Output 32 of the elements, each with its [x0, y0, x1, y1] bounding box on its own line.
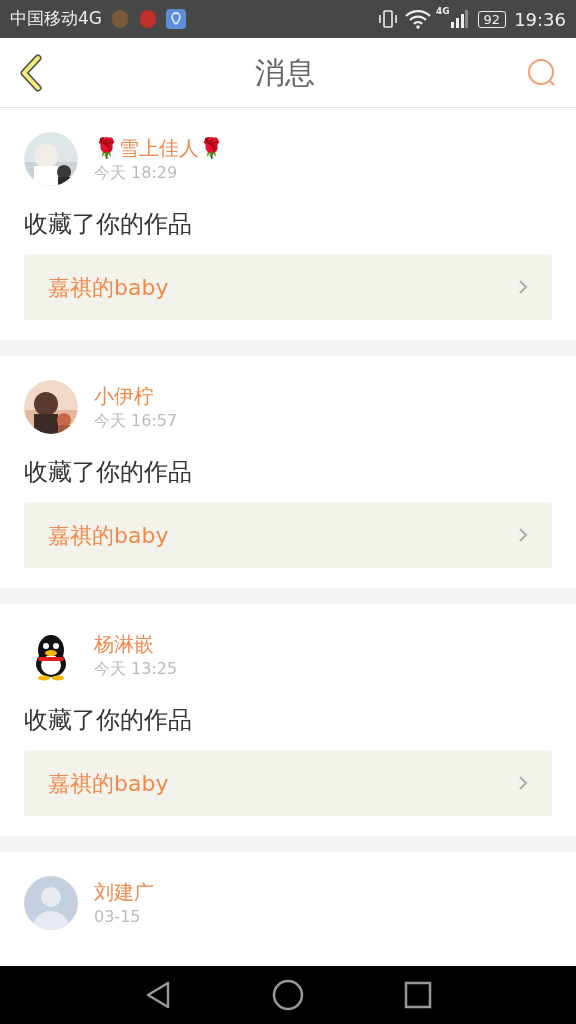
- user-name[interactable]: 小伊柠: [94, 382, 178, 410]
- home-button[interactable]: [272, 979, 304, 1011]
- recents-button[interactable]: [404, 981, 432, 1009]
- user-name[interactable]: 杨淋嵌: [94, 630, 178, 658]
- chevron-icon: [518, 279, 528, 295]
- message-time: 03-15: [94, 906, 142, 928]
- location-icon: [166, 9, 186, 29]
- user-name[interactable]: 刘建广: [94, 878, 154, 906]
- work-link[interactable]: 嘉祺的baby: [24, 502, 552, 568]
- work-link[interactable]: 嘉祺的baby: [24, 750, 552, 816]
- message-text: 收藏了你的作品: [24, 705, 193, 736]
- carrier-name: 中国移动4G: [10, 7, 102, 31]
- chevron-icon: [518, 775, 528, 791]
- message-time: 今天 18:29: [94, 162, 179, 184]
- network-type: 4G: [435, 5, 450, 18]
- chevron-icon: [518, 527, 528, 543]
- signal-icon: [449, 9, 468, 29]
- back-nav-button[interactable]: [144, 980, 172, 1010]
- notification-icon: [112, 10, 128, 28]
- avatar-icon: [24, 876, 78, 930]
- vibrate-icon: [377, 9, 398, 29]
- user-name[interactable]: 🌹雪上佳人🌹: [94, 134, 224, 162]
- clock: 19:36: [514, 7, 566, 32]
- message-time: 今天 16:57: [94, 410, 178, 432]
- page-title: 消息: [255, 54, 315, 92]
- work-link[interactable]: 嘉祺的baby: [24, 254, 552, 320]
- notification-icon: [140, 10, 156, 28]
- battery-indicator: 92: [477, 10, 507, 28]
- message-text: 收藏了你的作品: [24, 457, 193, 488]
- message-time: 今天 13:25: [94, 658, 178, 680]
- message-text: 收藏了你的作品: [24, 209, 193, 240]
- wifi-icon: [403, 9, 432, 29]
